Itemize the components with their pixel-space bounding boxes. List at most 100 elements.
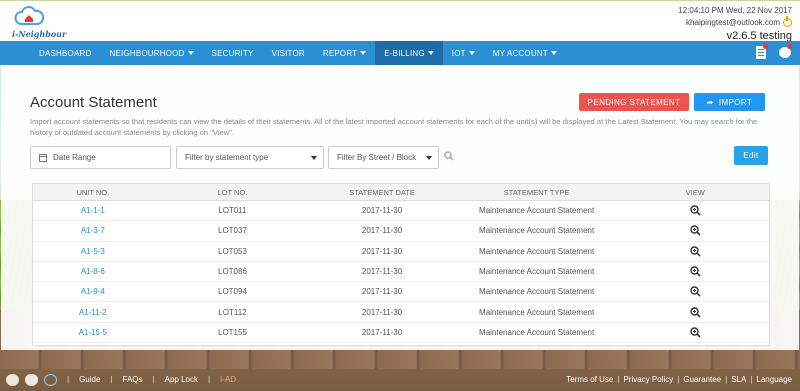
logo-text: i-Neighbour [12,29,67,39]
view-cell [621,282,769,301]
chevron-down-icon [550,51,557,55]
nav-neighbourhood[interactable]: NEIGHBOURHOOD [100,41,202,65]
table-row: A1-5-3 LOT053 2017-11-30 Maintenance Accoun… [33,242,769,262]
page-title: Account Statement [30,94,157,111]
cloud-icon[interactable] [44,373,57,386]
footer-link-terms[interactable]: Terms of Use [566,375,613,384]
footer-link-faqs[interactable]: FAQs [123,375,143,384]
statement-type-cell: Maintenance Account Statement [479,206,595,216]
col-lot-no: LOT NO. [217,187,248,197]
table-row: A1-3-7 LOT037 2017-11-30 Maintenance Accoun… [33,221,769,242]
table-header: UNIT NO. LOT NO. STATEMENT DATE STATEMEN… [33,184,769,201]
nav-my-account[interactable]: MY ACCOUNT [484,41,566,65]
statement-type-select[interactable]: Filter by statement type [176,146,324,169]
apple-icon[interactable] [25,373,38,386]
unit-no-link[interactable]: A1-15-5 [33,323,153,342]
view-cell [621,302,769,321]
col-statement-date: STATEMENT DATE [349,187,415,197]
footer-link-language[interactable]: Language [756,375,792,384]
chevron-down-icon [187,51,194,55]
zoom-in-icon[interactable] [690,327,701,338]
notifications-button[interactable] [754,44,768,60]
footer-link-i-ad[interactable]: I-AD [220,375,236,384]
footer-link-guide[interactable]: Guide [79,375,100,384]
user-email: khaipingtest@outlook.com [686,18,780,27]
statement-date-cell: 2017-11-30 [361,226,403,236]
footer-link-guarantee[interactable]: Guarantee [683,375,721,384]
footer-link-sla[interactable]: SLA [731,375,746,384]
zoom-in-icon[interactable] [690,306,701,318]
col-unit-no: UNIT NO. [76,187,110,197]
unit-no-link[interactable]: A1-5-3 [33,242,153,261]
chevron-down-icon [427,51,434,55]
view-cell [621,221,769,240]
unit-no-link[interactable]: A1-3-7 [33,221,153,240]
app-header: i-Neighbour 12:04:10 PM Wed, 22 Nov 2017… [0,0,800,42]
chevron-down-icon [311,156,317,160]
current-datetime: 12:04:10 PM Wed, 22 Nov 2017 [678,6,792,15]
nav-e-billing[interactable]: E-BILLING [375,41,443,65]
chevron-down-icon [360,51,367,55]
statement-date-cell: 2017-11-30 [361,307,403,317]
statement-date-cell: 2017-11-30 [361,246,403,256]
statement-type-cell: Maintenance Account Statement [479,287,595,297]
zoom-in-icon[interactable] [690,266,701,277]
nav-report[interactable]: REPORT [314,41,375,65]
nav-iot[interactable]: IOT [443,41,484,65]
search-icon[interactable] [444,151,454,161]
col-statement-type: STATEMENT TYPE [503,187,570,197]
date-range-input[interactable]: Date Range [30,146,171,169]
table-row: A1-11-2 LOT112 2017-11-30 Maintenance Accou… [33,302,769,323]
table-row: A1-1-1 LOT011 2017-11-30 Maintenance Accoun… [33,201,769,222]
lot-no-cell: LOT094 [218,287,247,297]
zoom-in-icon[interactable] [690,246,701,257]
statement-table: UNIT NO. LOT NO. STATEMENT DATE STATEMEN… [32,183,770,346]
messages-button[interactable] [778,44,792,60]
zoom-in-icon[interactable] [690,286,701,297]
zoom-in-icon[interactable] [690,205,701,216]
footer-link-privacy[interactable]: Privacy Policy [623,375,673,384]
edit-button[interactable]: Edit [734,146,768,165]
main-panel: Account Statement PENDING STATEMENT ➦ IMP… [1,65,799,350]
main-nav: DASHBOARD NEIGHBOURHOOD SECURITY VISITOR… [0,41,800,65]
cloud-house-icon [14,6,44,25]
page-description: Import account statements so that reside… [30,117,758,137]
footer: | Guide | FAQs | App Lock | I-AD Terms o… [0,368,800,391]
nav-visitor[interactable]: VISITOR [263,41,314,65]
unit-no-link[interactable]: A1-11-2 [33,302,153,321]
street-block-select[interactable]: Filter By Street / Block [328,146,439,169]
nav-dashboard[interactable]: DASHBOARD [30,41,100,65]
pending-statement-button[interactable]: PENDING STATEMENT [579,93,689,111]
statement-type-cell: Maintenance Account Statement [479,226,595,236]
message-badge [787,44,792,49]
header-account-info: 12:04:10 PM Wed, 22 Nov 2017 khaipingtes… [678,6,792,42]
lot-no-cell: LOT037 [218,226,247,236]
lot-no-cell: LOT053 [218,246,247,256]
unit-no-link[interactable]: A1-9-4 [33,282,153,301]
android-icon[interactable] [6,373,19,386]
table-row: A1-8-6 LOT086 2017-11-30 Maintenance Accoun… [33,262,769,283]
statement-date-cell: 2017-11-30 [361,206,403,216]
logout-icon[interactable] [783,16,792,27]
unit-no-link[interactable]: A1-8-6 [33,262,153,281]
statement-type-cell: Maintenance Account Statement [479,246,595,256]
view-cell [621,262,769,281]
share-arrow-icon: ➦ [706,97,714,107]
statement-type-cell: Maintenance Account Statement [479,267,595,277]
app-logo[interactable]: i-Neighbour [8,4,72,40]
nav-security[interactable]: SECURITY [203,41,263,65]
col-view: VIEW [685,187,705,197]
table-body: A1-1-1 LOT011 2017-11-30 Maintenance Accoun… [33,201,769,344]
lot-no-cell: LOT086 [218,267,247,277]
footer-link-app-lock[interactable]: App Lock [165,375,198,384]
zoom-in-icon[interactable] [690,225,701,237]
import-button[interactable]: ➦ IMPORT [694,93,765,111]
unit-no-link[interactable]: A1-1-1 [33,201,153,220]
table-row: A1-15-5 LOT155 2017-11-30 Maintenance Accou… [33,323,769,344]
lot-no-cell: LOT112 [218,307,247,317]
statement-date-cell: 2017-11-30 [361,267,403,277]
view-cell [621,323,769,342]
calendar-icon [39,153,47,162]
lot-no-cell: LOT011 [218,206,247,216]
statement-type-cell: Maintenance Account Statement [479,307,595,317]
